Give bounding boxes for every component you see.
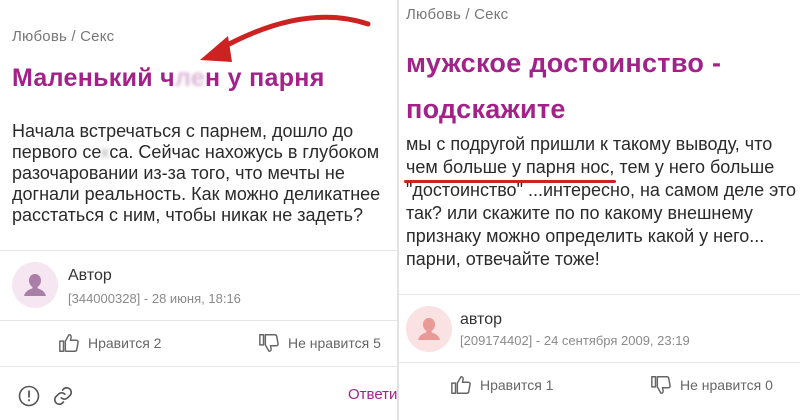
red-arrow-annotation (200, 14, 371, 62)
